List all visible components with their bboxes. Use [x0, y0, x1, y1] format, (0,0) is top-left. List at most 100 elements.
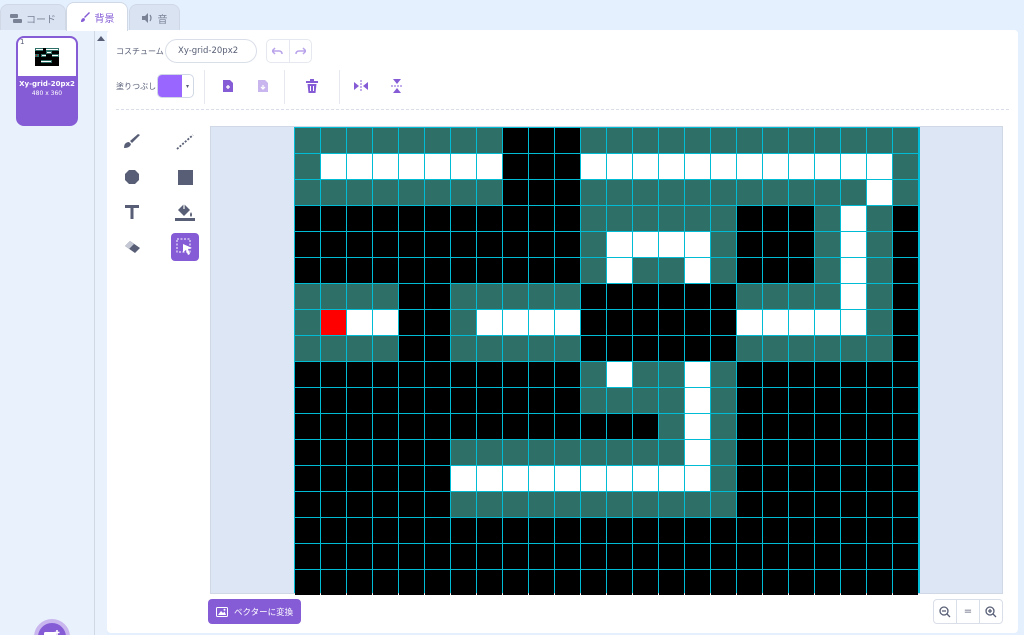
- fill-tool[interactable]: [171, 198, 199, 226]
- pixel-cell[interactable]: [477, 518, 502, 543]
- pixel-cell[interactable]: [763, 518, 788, 543]
- pixel-cell[interactable]: [555, 518, 580, 543]
- pixel-cell[interactable]: [633, 258, 658, 283]
- delete-button[interactable]: [302, 76, 322, 96]
- pixel-cell[interactable]: [399, 544, 424, 569]
- rectangle-tool[interactable]: [171, 163, 199, 191]
- pixel-cell[interactable]: [763, 570, 788, 595]
- pixel-cell[interactable]: [321, 336, 346, 361]
- pixel-cell[interactable]: [841, 492, 866, 517]
- pixel-cell[interactable]: [373, 336, 398, 361]
- pixel-cell[interactable]: [321, 570, 346, 595]
- pixel-cell[interactable]: [633, 310, 658, 335]
- pixel-cell[interactable]: [841, 518, 866, 543]
- pixel-cell[interactable]: [789, 336, 814, 361]
- pixel-cell[interactable]: [295, 544, 320, 569]
- pixel-cell[interactable]: [503, 518, 528, 543]
- pixel-cell[interactable]: [347, 284, 372, 309]
- pixel-cell[interactable]: [503, 570, 528, 595]
- pixel-cell[interactable]: [451, 440, 476, 465]
- paste-button[interactable]: [253, 76, 273, 96]
- pixel-cell[interactable]: [867, 466, 892, 491]
- pixel-cell[interactable]: [425, 336, 450, 361]
- line-tool[interactable]: [171, 128, 199, 156]
- pixel-cell[interactable]: [425, 362, 450, 387]
- pixel-cell[interactable]: [867, 284, 892, 309]
- pixel-cell[interactable]: [503, 544, 528, 569]
- pixel-cell[interactable]: [399, 180, 424, 205]
- pixel-cell[interactable]: [477, 466, 502, 491]
- copy-button[interactable]: [218, 76, 238, 96]
- pixel-cell[interactable]: [347, 336, 372, 361]
- pixel-cell[interactable]: [295, 414, 320, 439]
- pixel-cell[interactable]: [867, 154, 892, 179]
- pixel-cell[interactable]: [321, 206, 346, 231]
- pixel-cell[interactable]: [555, 544, 580, 569]
- pixel-cell[interactable]: [347, 570, 372, 595]
- pixel-cell[interactable]: [711, 362, 736, 387]
- pixel-cell[interactable]: [529, 492, 554, 517]
- pixel-cell[interactable]: [659, 440, 684, 465]
- pixel-cell[interactable]: [867, 388, 892, 413]
- pixel-cell[interactable]: [841, 180, 866, 205]
- pixel-cell[interactable]: [399, 336, 424, 361]
- pixel-cell[interactable]: [633, 180, 658, 205]
- pixel-cell[interactable]: [789, 206, 814, 231]
- pixel-cell[interactable]: [555, 284, 580, 309]
- pixel-cell[interactable]: [555, 232, 580, 257]
- pixel-cell[interactable]: [399, 388, 424, 413]
- pixel-cell[interactable]: [685, 388, 710, 413]
- pixel-cell[interactable]: [321, 440, 346, 465]
- pixel-cell[interactable]: [659, 180, 684, 205]
- pixel-cell[interactable]: [425, 258, 450, 283]
- pixel-cell[interactable]: [685, 232, 710, 257]
- text-tool[interactable]: [118, 198, 146, 226]
- pixel-cell[interactable]: [685, 258, 710, 283]
- pixel-cell[interactable]: [503, 232, 528, 257]
- pixel-grid[interactable]: [294, 127, 920, 596]
- pixel-cell[interactable]: [789, 310, 814, 335]
- pixel-cell[interactable]: [815, 154, 840, 179]
- pixel-cell[interactable]: [321, 128, 346, 153]
- pixel-cell[interactable]: [607, 258, 632, 283]
- pixel-cell[interactable]: [633, 492, 658, 517]
- pixel-cell[interactable]: [685, 466, 710, 491]
- pixel-cell[interactable]: [685, 310, 710, 335]
- pixel-cell[interactable]: [321, 388, 346, 413]
- pixel-cell[interactable]: [373, 310, 398, 335]
- pixel-cell[interactable]: [737, 414, 762, 439]
- pixel-cell[interactable]: [737, 570, 762, 595]
- pixel-cell[interactable]: [815, 180, 840, 205]
- pixel-cell[interactable]: [581, 258, 606, 283]
- pixel-cell[interactable]: [711, 128, 736, 153]
- pixel-cell[interactable]: [607, 128, 632, 153]
- pixel-cell[interactable]: [815, 466, 840, 491]
- pixel-cell[interactable]: [685, 362, 710, 387]
- scroll-up-arrow-icon[interactable]: [97, 36, 105, 41]
- pixel-cell[interactable]: [763, 466, 788, 491]
- pixel-cell[interactable]: [347, 544, 372, 569]
- pixel-cell[interactable]: [633, 284, 658, 309]
- pixel-cell[interactable]: [789, 544, 814, 569]
- flip-horizontal-button[interactable]: [351, 76, 371, 96]
- pixel-cell[interactable]: [815, 128, 840, 153]
- pixel-cell[interactable]: [555, 362, 580, 387]
- pixel-cell[interactable]: [295, 492, 320, 517]
- pixel-cell[interactable]: [555, 258, 580, 283]
- pixel-cell[interactable]: [451, 180, 476, 205]
- pixel-cell[interactable]: [685, 518, 710, 543]
- pixel-cell[interactable]: [321, 466, 346, 491]
- pixel-cell[interactable]: [685, 128, 710, 153]
- pixel-cell[interactable]: [581, 492, 606, 517]
- pixel-cell[interactable]: [711, 336, 736, 361]
- pixel-cell[interactable]: [607, 466, 632, 491]
- pixel-cell[interactable]: [529, 414, 554, 439]
- pixel-cell[interactable]: [321, 310, 346, 335]
- pixel-cell[interactable]: [659, 284, 684, 309]
- pixel-cell[interactable]: [867, 518, 892, 543]
- pixel-cell[interactable]: [841, 232, 866, 257]
- pixel-cell[interactable]: [581, 128, 606, 153]
- pixel-cell[interactable]: [503, 206, 528, 231]
- pixel-cell[interactable]: [789, 518, 814, 543]
- pixel-cell[interactable]: [503, 466, 528, 491]
